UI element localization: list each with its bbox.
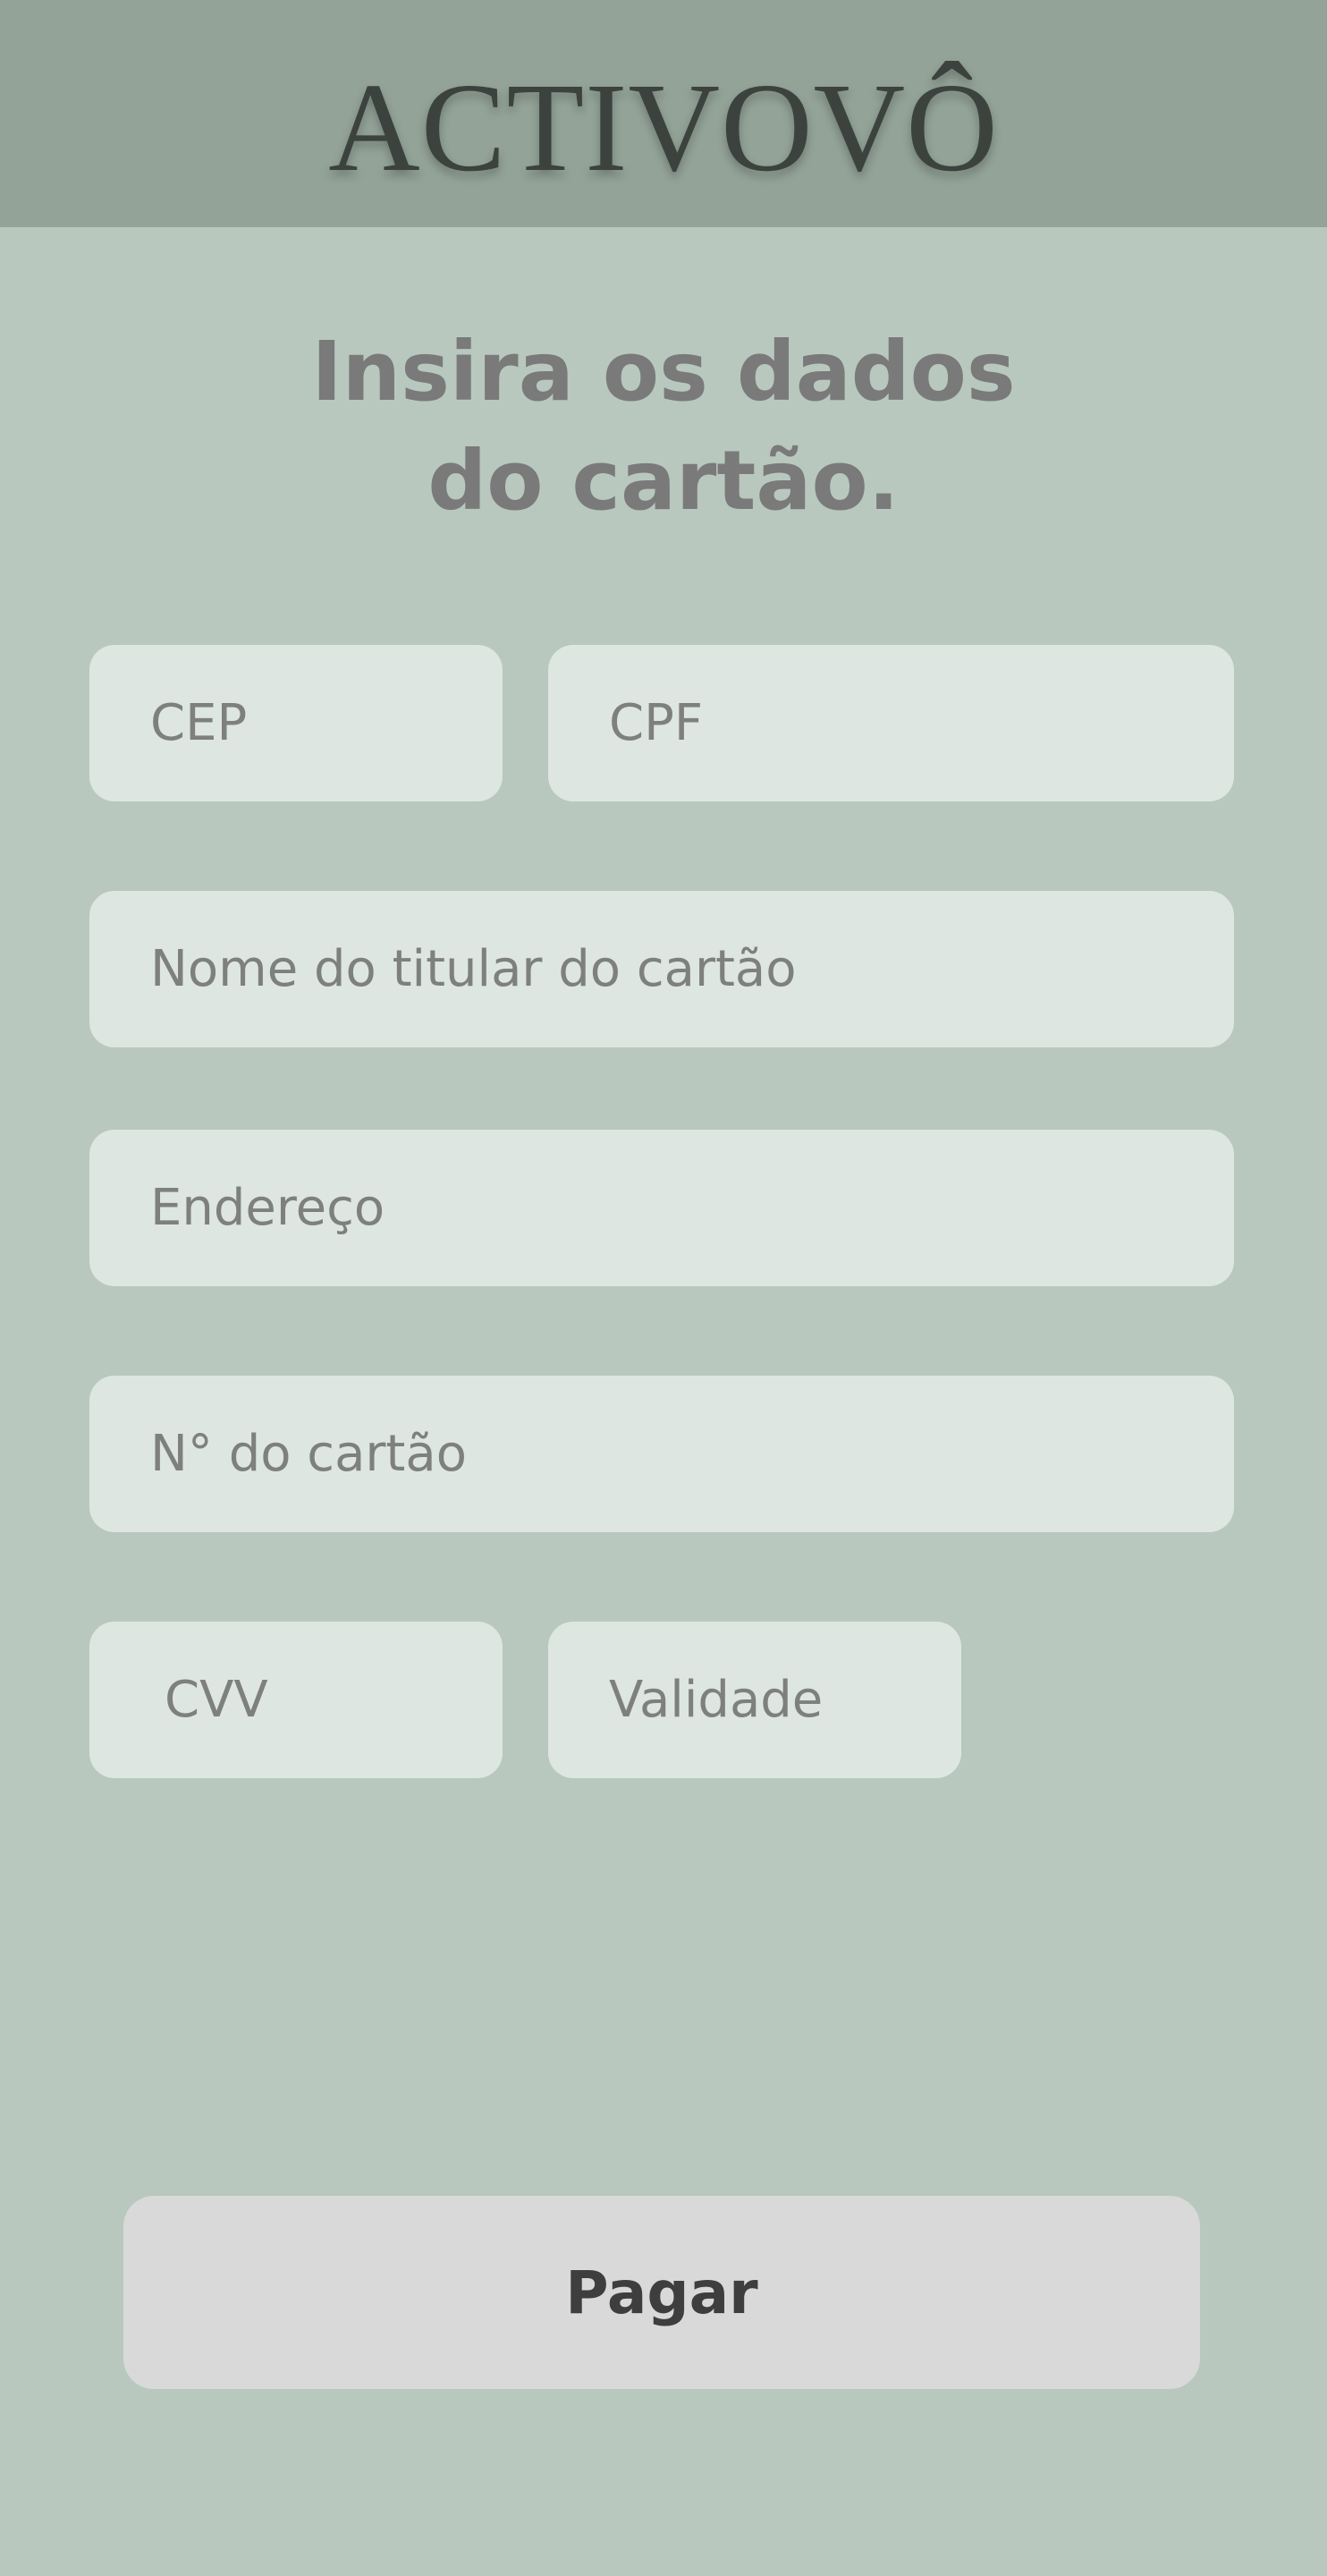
cep-field[interactable] [89, 645, 503, 801]
cpf-field[interactable] [548, 645, 1234, 801]
cvv-field[interactable] [89, 1622, 503, 1778]
page-title: Insira os dados do cartão. [0, 318, 1327, 536]
card-number-field[interactable] [89, 1376, 1234, 1532]
page-title-line-2: do cartão. [427, 433, 900, 529]
address-field[interactable] [89, 1130, 1234, 1286]
expiry-field[interactable] [548, 1622, 961, 1778]
pay-button[interactable]: Pagar [123, 2196, 1200, 2389]
cardholder-name-field[interactable] [89, 891, 1234, 1047]
app-header: ACTIVOVÔ [0, 0, 1327, 227]
page-title-line-1: Insira os dados [311, 324, 1016, 419]
brand-logo: ACTIVOVÔ [328, 56, 999, 198]
